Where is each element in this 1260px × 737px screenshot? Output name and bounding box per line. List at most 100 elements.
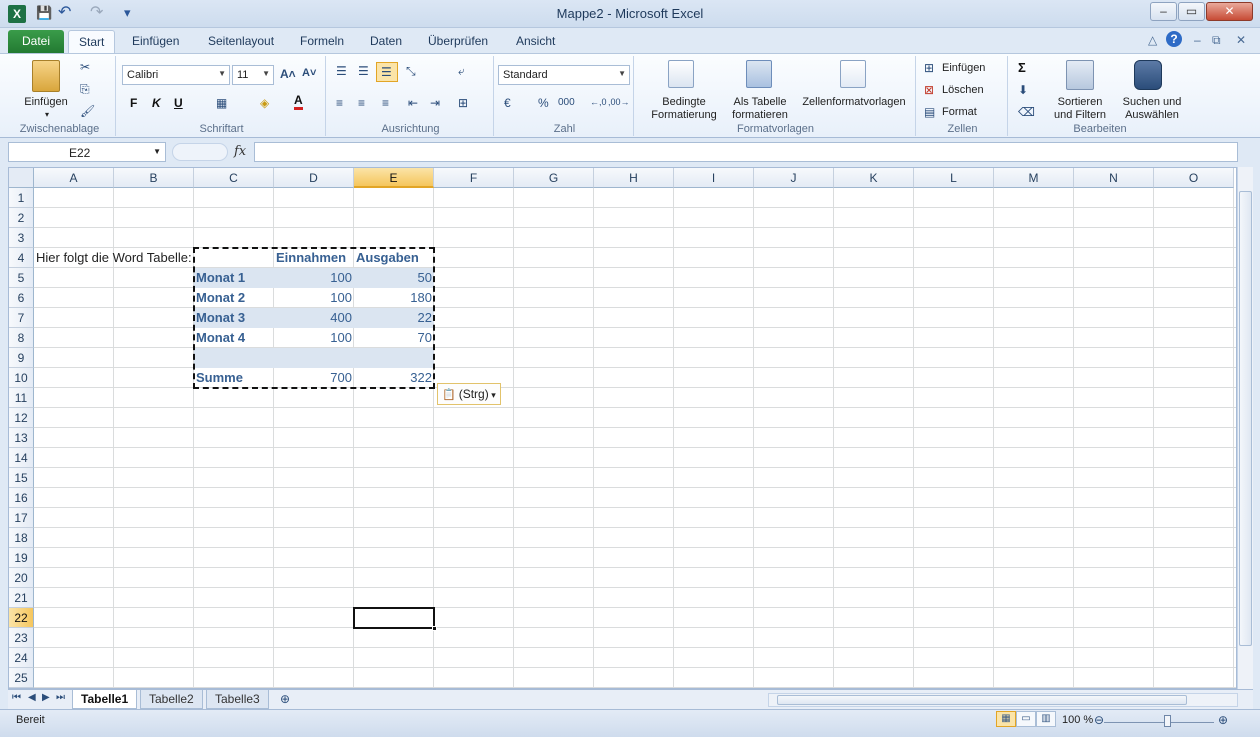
- cell-styles-button[interactable]: Zellenformatvorlagen: [796, 96, 912, 109]
- row-header-19[interactable]: 19: [9, 548, 34, 568]
- thousands-separator-icon[interactable]: 000: [558, 97, 575, 108]
- align-bottom-button[interactable]: ☰: [376, 62, 398, 82]
- format-as-table-button[interactable]: Als Tabelle formatieren: [720, 96, 800, 122]
- row-header-6[interactable]: 6: [9, 288, 34, 308]
- table-cell[interactable]: 50: [354, 268, 434, 288]
- row-header-7[interactable]: 7: [9, 308, 34, 328]
- sheet-tab-tabelle1[interactable]: Tabelle1: [72, 690, 138, 709]
- column-header-n[interactable]: N: [1074, 168, 1154, 188]
- select-all-corner[interactable]: [9, 168, 34, 188]
- table-header-cell[interactable]: Einnahmen: [274, 248, 354, 268]
- align-left-icon[interactable]: ≡: [336, 96, 343, 110]
- row-header-24[interactable]: 24: [9, 648, 34, 668]
- vertical-scroll-thumb[interactable]: [1239, 191, 1252, 646]
- cell-a4[interactable]: Hier folgt die Word Tabelle:: [34, 248, 214, 268]
- help-icon[interactable]: ?: [1166, 31, 1182, 47]
- table-cell[interactable]: 400: [274, 308, 354, 328]
- row-header-17[interactable]: 17: [9, 508, 34, 528]
- table-header-cell[interactable]: Ausgaben: [354, 248, 434, 268]
- format-as-table-icon[interactable]: [746, 60, 772, 88]
- table-cell[interactable]: Monat 4: [194, 328, 274, 348]
- cut-icon[interactable]: ✂: [80, 60, 90, 74]
- font-name-select[interactable]: Calibri ▼: [122, 65, 230, 85]
- format-painter-icon[interactable]: 🖌: [80, 104, 95, 118]
- align-center-icon[interactable]: ≡: [358, 96, 365, 110]
- row-header-3[interactable]: 3: [9, 228, 34, 248]
- close-button[interactable]: ✕: [1206, 2, 1253, 21]
- merge-center-icon[interactable]: ⊞: [458, 96, 468, 110]
- increase-indent-icon[interactable]: ⇥: [430, 96, 440, 110]
- decrease-decimal-icon[interactable]: ,00→: [608, 97, 630, 107]
- table-cell[interactable]: [354, 348, 434, 368]
- percent-icon[interactable]: %: [538, 96, 549, 110]
- align-right-icon[interactable]: ≡: [382, 96, 389, 110]
- row-header-22[interactable]: 22: [9, 608, 34, 628]
- tab-einfuegen[interactable]: Einfügen: [122, 30, 189, 53]
- sheet-tab-tabelle2[interactable]: Tabelle2: [140, 690, 203, 709]
- table-cell[interactable]: 22: [354, 308, 434, 328]
- maximize-button[interactable]: ▭: [1178, 2, 1205, 21]
- workbook-close-icon[interactable]: ✕: [1236, 33, 1246, 47]
- row-header-23[interactable]: 23: [9, 628, 34, 648]
- column-header-l[interactable]: L: [914, 168, 994, 188]
- italic-button[interactable]: K: [152, 96, 161, 110]
- row-header-11[interactable]: 11: [9, 388, 34, 408]
- row-header-14[interactable]: 14: [9, 448, 34, 468]
- fill-icon[interactable]: ⬇: [1018, 83, 1028, 97]
- column-header-d[interactable]: D: [274, 168, 354, 188]
- row-header-20[interactable]: 20: [9, 568, 34, 588]
- column-header-c[interactable]: C: [194, 168, 274, 188]
- paste-options-button[interactable]: 📋 (Strg) ▾: [437, 383, 501, 405]
- fill-handle[interactable]: [432, 626, 437, 631]
- table-header-cell[interactable]: [194, 248, 274, 268]
- font-size-select[interactable]: 11 ▼: [232, 65, 274, 85]
- row-header-9[interactable]: 9: [9, 348, 34, 368]
- prev-sheet-icon[interactable]: ◀: [28, 692, 36, 703]
- column-header-b[interactable]: B: [114, 168, 194, 188]
- number-format-select[interactable]: Standard ▼: [498, 65, 630, 85]
- font-color-icon[interactable]: A: [294, 94, 303, 110]
- row-header-1[interactable]: 1: [9, 188, 34, 208]
- shrink-font-icon[interactable]: A˅: [302, 67, 316, 79]
- column-header-e[interactable]: E: [354, 168, 434, 188]
- column-header-g[interactable]: G: [514, 168, 594, 188]
- last-sheet-icon[interactable]: ⏭: [56, 692, 65, 703]
- tab-seitenlayout[interactable]: Seitenlayout: [198, 30, 284, 53]
- tab-start[interactable]: Start: [68, 30, 116, 53]
- tab-daten[interactable]: Daten: [360, 30, 412, 53]
- table-cell[interactable]: Monat 3: [194, 308, 274, 328]
- delete-cells-button[interactable]: Löschen: [942, 84, 984, 96]
- table-cell[interactable]: [194, 348, 274, 368]
- clear-icon[interactable]: ⌫: [1018, 105, 1035, 119]
- tab-formeln[interactable]: Formeln: [290, 30, 354, 53]
- row-header-5[interactable]: 5: [9, 268, 34, 288]
- cell-styles-icon[interactable]: [840, 60, 866, 88]
- row-header-16[interactable]: 16: [9, 488, 34, 508]
- table-cell[interactable]: 700: [274, 368, 354, 388]
- insert-function-icon[interactable]: fx: [234, 144, 246, 159]
- autosum-icon[interactable]: Σ: [1018, 60, 1026, 75]
- column-header-m[interactable]: M: [994, 168, 1074, 188]
- paste-icon[interactable]: [32, 60, 60, 92]
- format-cells-icon[interactable]: ▤: [924, 105, 935, 119]
- column-header-k[interactable]: K: [834, 168, 914, 188]
- zoom-out-icon[interactable]: ⊖: [1094, 713, 1104, 727]
- fill-color-icon[interactable]: ◈: [260, 96, 269, 110]
- decrease-indent-icon[interactable]: ⇤: [408, 96, 418, 110]
- horizontal-scroll-thumb[interactable]: [777, 695, 1187, 705]
- table-cell[interactable]: Summe: [194, 368, 274, 388]
- table-cell[interactable]: 70: [354, 328, 434, 348]
- row-header-15[interactable]: 15: [9, 468, 34, 488]
- sort-filter-button[interactable]: Sortieren und Filtern: [1042, 96, 1118, 122]
- table-cell[interactable]: Monat 1: [194, 268, 274, 288]
- underline-button[interactable]: U: [174, 96, 183, 110]
- conditional-formatting-icon[interactable]: [668, 60, 694, 88]
- workbook-minimize-icon[interactable]: –: [1194, 33, 1201, 47]
- insert-cells-icon[interactable]: ⊞: [924, 61, 934, 75]
- row-header-8[interactable]: 8: [9, 328, 34, 348]
- increase-decimal-icon[interactable]: ←,0: [590, 97, 607, 107]
- first-sheet-icon[interactable]: ⏮: [12, 692, 21, 703]
- conditional-formatting-button[interactable]: Bedingte Formatierung: [640, 96, 728, 122]
- find-select-icon[interactable]: [1134, 60, 1162, 90]
- find-select-button[interactable]: Suchen und Auswählen: [1114, 96, 1190, 122]
